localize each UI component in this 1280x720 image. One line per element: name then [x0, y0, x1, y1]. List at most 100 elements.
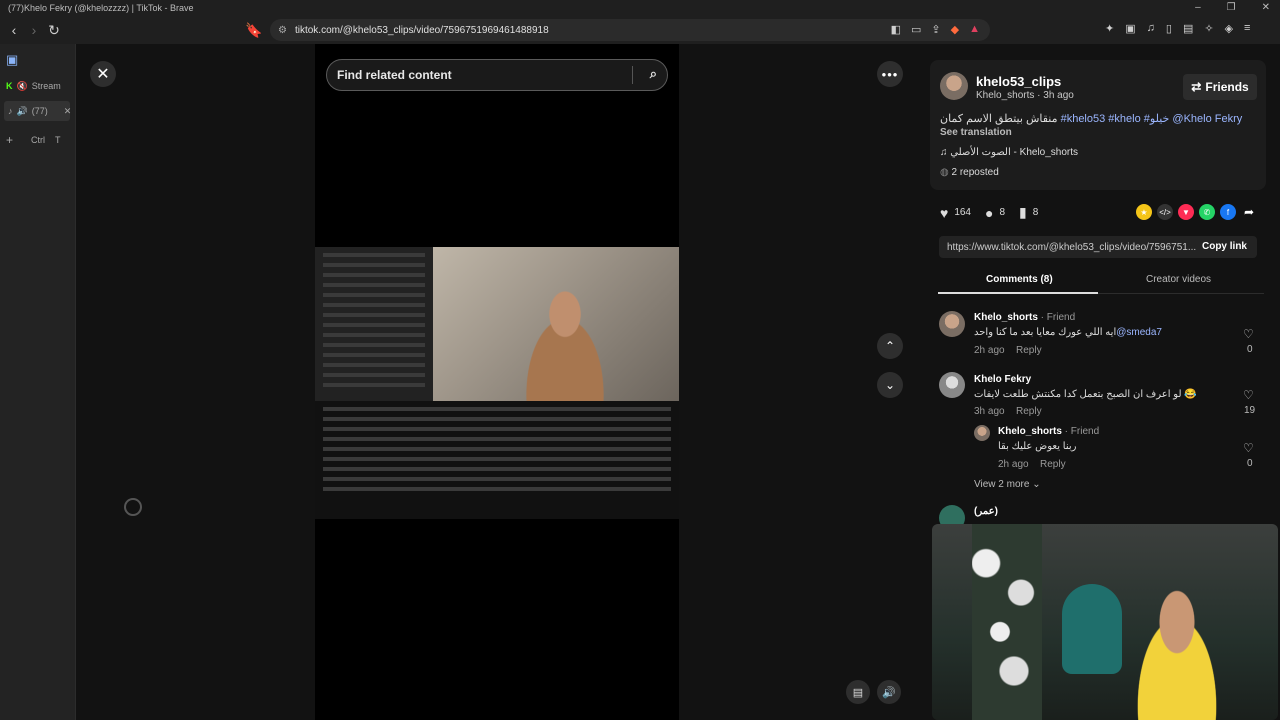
- close-video-button[interactable]: ✕: [90, 61, 116, 87]
- more-options-button[interactable]: •••: [877, 61, 903, 87]
- dashboard-image: [315, 401, 679, 519]
- commenter-name[interactable]: Khelo_shorts · Friend: [974, 312, 1075, 323]
- new-tab-button[interactable]: + Ctrl T: [6, 130, 61, 150]
- previous-video-button[interactable]: ⌃: [877, 333, 903, 359]
- leo-icon[interactable]: ✧: [1204, 22, 1213, 35]
- post-info-card: khelo53_clips Khelo_shorts · 3h ago ⇄ Fr…: [930, 60, 1266, 190]
- post-description: منقاش بيتطق الاسم كمان #khelo53 #khelo #…: [940, 112, 1242, 125]
- commenter-avatar[interactable]: [939, 372, 965, 398]
- commenter-name[interactable]: (عمر): [974, 506, 998, 517]
- share-whatsapp-icon[interactable]: ✆: [1199, 204, 1215, 220]
- close-tab-icon[interactable]: ✕: [64, 106, 72, 117]
- browser-toolbar: ‹ › ↻ 🔖 ⚙ tiktok.com/@khelo53_clips/vide…: [0, 16, 1280, 44]
- address-bar[interactable]: ⚙ tiktok.com/@khelo53_clips/video/759675…: [270, 19, 990, 41]
- engagement-stats: ♥ 164 ● 8 ▮ 8: [940, 204, 1038, 221]
- reply-button[interactable]: Reply: [1016, 345, 1042, 356]
- comment-like-count: 19: [1244, 405, 1256, 416]
- friends-button[interactable]: ⇄ Friends: [1183, 74, 1257, 100]
- window-titlebar: (77)Khelo Fekry (@khelozzzz) | TikTok - …: [0, 0, 1280, 16]
- comment-like-icon[interactable]: ♡: [1243, 441, 1254, 455]
- comment-time: 3h ago: [974, 406, 1005, 417]
- next-video-button[interactable]: ⌄: [877, 372, 903, 398]
- commenter-name-text: Khelo_shorts: [974, 312, 1038, 323]
- tab-comments[interactable]: Comments (8): [986, 274, 1053, 285]
- hashtag-link[interactable]: #khelo: [1108, 113, 1140, 125]
- share-snapchat-icon[interactable]: ★: [1136, 204, 1152, 220]
- volume-icon[interactable]: 🔊: [877, 680, 901, 704]
- video-frame: [315, 247, 679, 519]
- loading-spinner-icon: [124, 498, 142, 516]
- replier-name[interactable]: Khelo_shorts · Friend: [998, 426, 1099, 437]
- view-more-label: View 2 more: [974, 479, 1030, 490]
- commenter-avatar[interactable]: [939, 311, 965, 337]
- share-more-icon[interactable]: ➦: [1241, 204, 1257, 220]
- like-button[interactable]: ♥ 164: [940, 205, 971, 221]
- replier-avatar[interactable]: [974, 425, 990, 441]
- author-username[interactable]: khelo53_clips: [976, 74, 1061, 89]
- replier-name-text: Khelo_shorts: [998, 426, 1062, 437]
- search-icon[interactable]: ⌕: [650, 66, 657, 82]
- back-icon[interactable]: ‹: [4, 20, 24, 40]
- music-row[interactable]: ♫ الصوت الأصلي - Khelo_shorts: [940, 147, 1078, 158]
- bookmark-icon[interactable]: 🔖: [244, 20, 264, 40]
- window-controls: – ❐ ✕: [1195, 2, 1270, 13]
- panel-tabs: Comments (8) Creator videos: [938, 270, 1264, 294]
- extensions-icon[interactable]: ✦: [1105, 22, 1114, 35]
- streamer-image: [505, 277, 625, 401]
- related-search-input[interactable]: Find related content ⌕: [326, 59, 668, 91]
- reply-button[interactable]: Reply: [1016, 406, 1042, 417]
- sidebar-panel-icon[interactable]: ▣: [6, 50, 18, 70]
- share-facebook-icon[interactable]: f: [1220, 204, 1236, 220]
- forward-icon[interactable]: ›: [24, 20, 44, 40]
- mention-link[interactable]: @Khelo Fekry: [1172, 113, 1242, 125]
- reposted-label: 2 reposted: [951, 167, 999, 178]
- sidebar-toggle-icon[interactable]: ▯: [1166, 22, 1172, 35]
- window-title: (77)Khelo Fekry (@khelozzzz) | TikTok - …: [8, 3, 194, 13]
- shortcut-key: Ctrl: [31, 135, 46, 145]
- pip-icon[interactable]: ▤: [846, 680, 870, 704]
- site-info-icon[interactable]: ⚙: [278, 25, 287, 36]
- vpn-icon[interactable]: ◈: [1225, 22, 1233, 35]
- maximize-icon[interactable]: ❐: [1227, 2, 1236, 13]
- hashtag-link[interactable]: #خيلو: [1144, 113, 1170, 125]
- media-icon[interactable]: ▣: [1125, 22, 1135, 35]
- share-send-icon[interactable]: ▼: [1178, 204, 1194, 220]
- comment-button[interactable]: ● 8: [985, 205, 1005, 221]
- save-button[interactable]: ▮ 8: [1019, 204, 1038, 221]
- hashtag-link[interactable]: #khelo53: [1061, 113, 1106, 125]
- commenter-name[interactable]: Khelo Fekry: [974, 374, 1031, 385]
- tab-label: Stream: [31, 81, 61, 91]
- mention-link[interactable]: @smeda7: [1116, 327, 1162, 338]
- cast-icon[interactable]: ▭: [911, 23, 921, 36]
- comment-like-icon[interactable]: ♡: [1243, 388, 1254, 402]
- copy-link-button[interactable]: Copy link: [1202, 241, 1247, 252]
- friend-tag: · Friend: [1037, 312, 1076, 323]
- bookmark-icon: ▮: [1019, 204, 1027, 220]
- share-icon[interactable]: ⇪: [931, 23, 940, 36]
- shortcut-key: T: [55, 135, 61, 145]
- reload-icon[interactable]: ↻: [44, 20, 64, 40]
- embed-icon[interactable]: </>: [1157, 204, 1173, 220]
- reader-mode-icon[interactable]: ◧: [891, 23, 901, 36]
- comment-like-icon[interactable]: ♡: [1243, 327, 1254, 341]
- music-icon[interactable]: ♫: [1147, 22, 1155, 35]
- menu-icon[interactable]: ≡: [1244, 22, 1250, 35]
- reposted-row[interactable]: ◍ 2 reposted: [940, 167, 999, 178]
- save-count: 8: [1032, 207, 1039, 218]
- view-more-replies-button[interactable]: View 2 more ⌄: [974, 479, 1041, 490]
- tab-tiktok[interactable]: ♪ 🔊 (77) ✕: [4, 101, 72, 121]
- video-link-field[interactable]: https://www.tiktok.com/@khelo53_clips/vi…: [939, 236, 1257, 258]
- minimize-icon[interactable]: –: [1195, 2, 1201, 13]
- wallet-icon[interactable]: ▤: [1183, 22, 1193, 35]
- brave-rewards-icon[interactable]: ▲: [969, 23, 980, 36]
- reply-text: ربنا يعوض عليك بقا: [998, 441, 1077, 452]
- brave-shields-icon[interactable]: ◆: [951, 23, 959, 36]
- heart-icon: ♥: [940, 204, 949, 221]
- tab-creator-videos[interactable]: Creator videos: [1146, 274, 1211, 285]
- see-translation-link[interactable]: See translation: [940, 127, 1012, 138]
- tab-stream[interactable]: K 🔇 Stream: [6, 76, 61, 96]
- close-window-icon[interactable]: ✕: [1262, 2, 1270, 13]
- reply-button[interactable]: Reply: [1040, 459, 1066, 470]
- music-note-icon: ♫: [940, 147, 948, 158]
- author-avatar[interactable]: [940, 72, 968, 100]
